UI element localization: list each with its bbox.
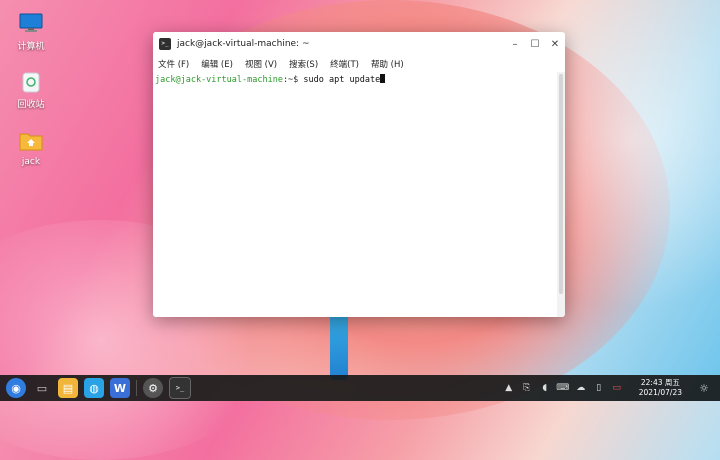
file-manager-button[interactable]: ▤ xyxy=(58,378,78,398)
prompt-user-host: jack@jack-virtual-machine xyxy=(155,75,283,85)
chevron-up-icon[interactable]: ▲ xyxy=(501,383,517,393)
title-bar[interactable]: >_ jack@jack-virtual-machine: ~ – ☐ ✕ xyxy=(153,32,565,56)
settings-button[interactable]: ⚙ xyxy=(143,378,163,398)
home-folder-icon xyxy=(18,128,44,154)
start-icon: ◉ xyxy=(11,381,21,395)
terminal-app-icon: >_ xyxy=(159,38,171,50)
command-text: sudo apt update xyxy=(303,75,381,85)
terminal-area[interactable]: jack@jack-virtual-machine:~$ sudo apt up… xyxy=(153,72,557,317)
desktop-icon-label: 回收站 xyxy=(17,100,45,110)
taskbar: ◉ ▭ ▤ ◍ W ⚙ >_ ▲ ⎘ ◖ ⌨ ☁ ▯ ▭ 22:43 周五 20… xyxy=(0,375,720,401)
desktop-icon-trash[interactable]: 回收站 xyxy=(12,68,50,110)
notification-icon[interactable]: ▭ xyxy=(609,383,625,393)
menu-bar: 文件 (F) 编辑 (E) 视图 (V) 搜索(S) 终端(T) 帮助 (H) xyxy=(153,56,565,73)
terminal-task-button[interactable]: >_ xyxy=(169,377,191,399)
clock-date: 2021/07/23 xyxy=(638,388,682,397)
terminal-window[interactable]: >_ jack@jack-virtual-machine: ~ – ☐ ✕ 文件… xyxy=(153,32,565,317)
multitask-view-button[interactable]: ▭ xyxy=(32,378,52,398)
taskbar-separator xyxy=(136,380,137,396)
menu-help[interactable]: 帮助 (H) xyxy=(371,58,404,70)
menu-edit[interactable]: 编辑 (E) xyxy=(201,58,233,70)
close-button[interactable]: ✕ xyxy=(545,39,565,50)
browser-button[interactable]: ◍ xyxy=(84,378,104,398)
desktop-icon-label: jack xyxy=(21,157,41,167)
cloud-icon[interactable]: ☁ xyxy=(573,383,589,393)
menu-terminal[interactable]: 终端(T) xyxy=(330,58,359,70)
terminal-icon: >_ xyxy=(175,384,185,392)
text-cursor xyxy=(380,74,386,83)
wps-button[interactable]: W xyxy=(110,378,130,398)
window-title: jack@jack-virtual-machine: ~ xyxy=(177,39,310,49)
system-tray: ▲ ⎘ ◖ ⌨ ☁ ▯ ▭ 22:43 周五 2021/07/23 ☼ xyxy=(499,375,720,401)
windows-icon: ▭ xyxy=(36,381,48,395)
scrollbar[interactable] xyxy=(557,72,565,317)
prompt-path: :~$ xyxy=(282,75,304,85)
gear-icon: ⚙ xyxy=(148,381,158,395)
maximize-button[interactable]: ☐ xyxy=(525,39,545,50)
desktop-icon-computer[interactable]: 计算机 xyxy=(12,10,50,52)
computer-icon xyxy=(18,10,44,36)
folder-icon: ▤ xyxy=(62,381,74,395)
desktop-icon-home[interactable]: jack xyxy=(12,128,50,167)
network-icon[interactable]: ⎘ xyxy=(519,383,535,393)
wps-icon: W xyxy=(113,381,127,395)
clipboard-icon[interactable]: ▯ xyxy=(591,383,607,393)
clock-time: 22:43 周五 xyxy=(640,378,680,387)
menu-file[interactable]: 文件 (F) xyxy=(158,58,189,70)
menu-search[interactable]: 搜索(S) xyxy=(289,58,318,70)
volume-icon[interactable]: ◖ xyxy=(537,383,553,393)
sun-icon[interactable]: ☼ xyxy=(696,382,712,395)
trash-icon xyxy=(18,68,44,94)
menu-view[interactable]: 视图 (V) xyxy=(245,58,277,70)
browser-icon: ◍ xyxy=(89,381,99,395)
scrollbar-thumb[interactable] xyxy=(559,74,563,294)
start-menu-button[interactable]: ◉ xyxy=(6,378,26,398)
keyboard-icon[interactable]: ⌨ xyxy=(555,383,571,393)
clock[interactable]: 22:43 周五 2021/07/23 xyxy=(639,378,682,398)
minimize-button[interactable]: – xyxy=(505,39,525,50)
desktop-icon-label: 计算机 xyxy=(17,42,45,52)
